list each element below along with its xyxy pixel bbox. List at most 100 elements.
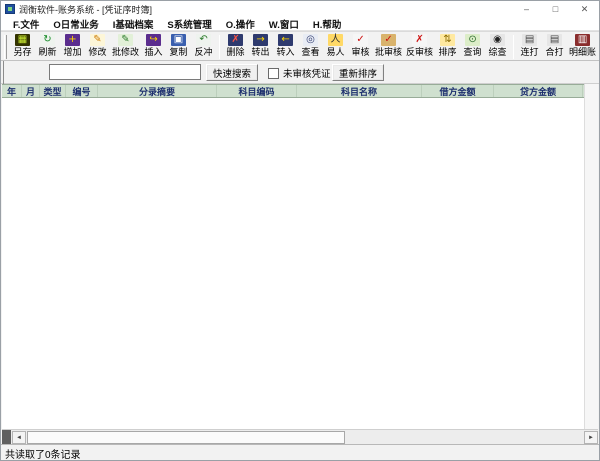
toolbar-button-comprehensive-query[interactable]: ◉ 综查 bbox=[485, 34, 510, 58]
toolbar-button-label: 明细账 bbox=[569, 46, 596, 58]
toolbar-button-modify[interactable]: ✎ 修改 bbox=[85, 34, 110, 58]
menu-system-management[interactable]: S系统管理 bbox=[160, 17, 218, 31]
toolbar-button-label: 转入 bbox=[277, 46, 295, 58]
sort-icon: ⇅ bbox=[440, 34, 455, 46]
transfer-out-icon: → bbox=[253, 34, 268, 46]
toolbar-button-unaudit[interactable]: ✗ 反审核 bbox=[404, 34, 435, 58]
scroll-right-arrow[interactable]: ► bbox=[584, 431, 598, 444]
printer-icon: ▤ bbox=[522, 34, 537, 46]
vertical-scrollbar[interactable] bbox=[584, 84, 598, 429]
toolbar-button-label: 连打 bbox=[521, 46, 539, 58]
titlebar: 润衡软件-账务系统 - [凭证序时簿] – □ ✕ bbox=[1, 1, 599, 17]
app-window: 润衡软件-账务系统 - [凭证序时簿] – □ ✕ F.文件 O日常业务 I基础… bbox=[0, 0, 600, 461]
column-header-debit-amount[interactable]: 借方金额 bbox=[422, 85, 494, 97]
quick-search-button[interactable]: 快速搜索 bbox=[206, 64, 258, 81]
menu-operation[interactable]: O.操作 bbox=[219, 17, 262, 31]
search-row: 快速搜索 未审核凭证 重新排序 bbox=[1, 61, 599, 84]
menu-daily-business[interactable]: O日常业务 bbox=[46, 17, 105, 31]
edit-icon: ✎ bbox=[90, 34, 105, 46]
toolbar-button-refresh[interactable]: ↻ 刷新 bbox=[35, 34, 60, 58]
column-header-account-name[interactable]: 科目名称 bbox=[297, 85, 422, 97]
toolbar-button-add[interactable]: + 增加 bbox=[60, 34, 85, 58]
toolbar-grip bbox=[4, 35, 7, 59]
toolbar-button-summarize[interactable]: Σ 汇总 bbox=[598, 34, 599, 58]
statusbar: 共读取了0条记录 bbox=[1, 444, 599, 461]
toolbar-button-batch-modify[interactable]: ✎ 批修改 bbox=[110, 34, 141, 58]
column-header-year[interactable]: 年 bbox=[2, 85, 22, 97]
column-header-credit-amount[interactable]: 贷方金额 bbox=[494, 85, 583, 97]
toolbar-button-label: 转出 bbox=[252, 46, 270, 58]
copy-icon: ▣ bbox=[171, 34, 186, 46]
toolbar-button-reverse[interactable]: ↶ 反冲 bbox=[191, 34, 216, 58]
resort-button[interactable]: 重新排序 bbox=[332, 64, 384, 81]
unaudit-icon: ✗ bbox=[412, 34, 427, 46]
transfer-in-icon: ← bbox=[278, 34, 293, 46]
grid-body[interactable] bbox=[2, 98, 585, 429]
quick-search-input[interactable] bbox=[49, 64, 201, 80]
toolbar-button-label: 插入 bbox=[145, 46, 163, 58]
toolbar-button-label: 查看 bbox=[302, 46, 320, 58]
horizontal-scroll-thumb[interactable] bbox=[27, 431, 345, 444]
insert-icon: ↪ bbox=[146, 34, 161, 46]
column-header-account-code[interactable]: 科目编码 bbox=[217, 85, 297, 97]
window-controls: – □ ✕ bbox=[512, 1, 599, 17]
scrollbar-corner-box bbox=[2, 430, 11, 445]
column-header-entry-summary[interactable]: 分录摘要 bbox=[98, 85, 217, 97]
column-header-number[interactable]: 编号 bbox=[66, 85, 98, 97]
horizontal-scrollbar: ◄ ► bbox=[2, 429, 598, 444]
menu-help[interactable]: H.帮助 bbox=[306, 17, 349, 31]
minimize-button[interactable]: – bbox=[512, 1, 541, 17]
batch-edit-icon: ✎ bbox=[118, 34, 133, 46]
toolbar-button-transfer-out[interactable]: → 转出 bbox=[248, 34, 273, 58]
toolbar-button-label: 删除 bbox=[227, 46, 245, 58]
delete-icon: ✗ bbox=[228, 34, 243, 46]
menu-window[interactable]: W.窗口 bbox=[262, 17, 306, 31]
menu-basic-archives[interactable]: I基础档案 bbox=[106, 17, 161, 31]
query-icon: ⊙ bbox=[465, 34, 480, 46]
binoculars-icon: ◉ bbox=[490, 34, 505, 46]
save-as-icon: ▦ bbox=[15, 34, 30, 46]
unaudited-checkbox[interactable] bbox=[268, 68, 279, 79]
close-button[interactable]: ✕ bbox=[570, 1, 599, 17]
toolbar-button-label: 反审核 bbox=[406, 46, 433, 58]
toolbar-button-merge-print[interactable]: ▤ 合打 bbox=[542, 34, 567, 58]
maximize-button[interactable]: □ bbox=[541, 1, 570, 17]
toolbar-button-batch-audit[interactable]: ✓ 批审核 bbox=[373, 34, 404, 58]
toolbar-button-label: 复制 bbox=[170, 46, 188, 58]
toolbar-button-delete[interactable]: ✗ 删除 bbox=[223, 34, 248, 58]
printer-icon: ▤ bbox=[547, 34, 562, 46]
ledger-icon: ▥ bbox=[575, 34, 590, 46]
toolbar-button-insert[interactable]: ↪ 插入 bbox=[141, 34, 166, 58]
column-header-month[interactable]: 月 bbox=[22, 85, 40, 97]
toolbar-button-view[interactable]: ◎ 查看 bbox=[298, 34, 323, 58]
toolbar-button-label: 刷新 bbox=[38, 46, 56, 58]
toolbar-separator bbox=[513, 35, 514, 59]
toolbar-button-sort[interactable]: ⇅ 排序 bbox=[435, 34, 460, 58]
scroll-left-arrow[interactable]: ◄ bbox=[12, 431, 26, 444]
toolbar-button-label: 批审核 bbox=[375, 46, 402, 58]
toolbar-button-query[interactable]: ⊙ 查询 bbox=[460, 34, 485, 58]
record-count-status: 共读取了0条记录 bbox=[5, 446, 81, 461]
toolbar-button-label: 查询 bbox=[464, 46, 482, 58]
toolbar-button-copy[interactable]: ▣ 复制 bbox=[166, 34, 191, 58]
unaudited-voucher-filter: 未审核凭证 bbox=[268, 66, 331, 80]
batch-audit-icon: ✓ bbox=[381, 34, 396, 46]
unaudited-checkbox-label: 未审核凭证 bbox=[283, 66, 331, 80]
grid-header: 年 月 类型 编号 分录摘要 科目编码 科目名称 借方金额 贷方金额 bbox=[2, 84, 585, 98]
toolbar-button-label: 审核 bbox=[352, 46, 370, 58]
reverse-icon: ↶ bbox=[196, 34, 211, 46]
toolbar-button-save-as[interactable]: ▦ 另存 bbox=[10, 34, 35, 58]
toolbar-button-label: 易人 bbox=[327, 46, 345, 58]
toolbar-button-label: 排序 bbox=[439, 46, 457, 58]
window-title: 润衡软件-账务系统 - [凭证序时簿] bbox=[19, 3, 152, 16]
toolbar-button-continuous-print[interactable]: ▤ 连打 bbox=[517, 34, 542, 58]
menu-file[interactable]: F.文件 bbox=[6, 17, 46, 31]
toolbar-button-transfer-in[interactable]: ← 转入 bbox=[273, 34, 298, 58]
toolbar-button-change-user[interactable]: 人 易人 bbox=[323, 34, 348, 58]
toolbar-button-label: 反冲 bbox=[195, 46, 213, 58]
toolbar-button-audit[interactable]: ✓ 审核 bbox=[348, 34, 373, 58]
column-header-type[interactable]: 类型 bbox=[40, 85, 66, 97]
toolbar-button-detail-ledger[interactable]: ▥ 明细账 bbox=[567, 34, 598, 58]
app-icon bbox=[5, 4, 15, 14]
toolbar-button-label: 增加 bbox=[63, 46, 81, 58]
